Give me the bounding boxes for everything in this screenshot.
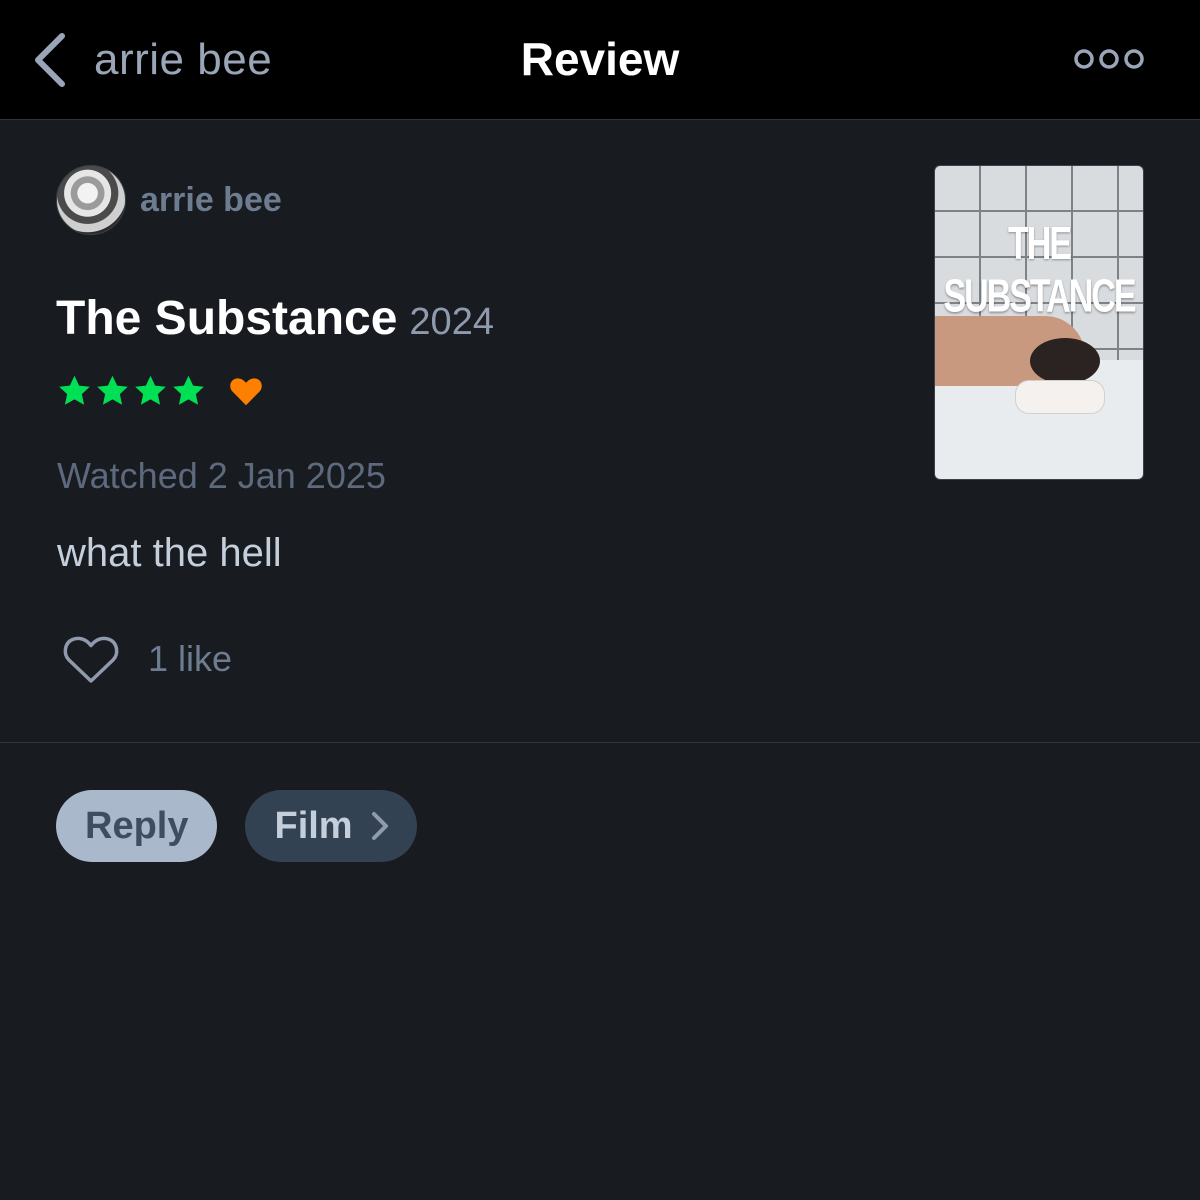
watched-date: Watched 2 Jan 2025: [57, 455, 386, 496]
star-icon: [59, 375, 90, 405]
review-author[interactable]: arrie bee: [56, 165, 282, 235]
action-buttons: Reply Film: [56, 790, 417, 862]
star-icon: [97, 375, 128, 405]
poster-towel: [1015, 380, 1105, 414]
page-title: Review: [520, 33, 680, 85]
film-poster[interactable]: THE SUBSTANCE: [934, 165, 1144, 480]
film-heading[interactable]: The Substance 2024: [56, 291, 494, 346]
film-label: Film: [274, 804, 353, 847]
review-text: what the hell: [57, 531, 282, 575]
nav-bar: arrie bee Review: [0, 0, 1200, 120]
poster-title: THE SUBSTANCE: [943, 218, 1136, 323]
film-year: 2024: [409, 301, 494, 343]
author-name: arrie bee: [140, 180, 282, 219]
heart-outline-icon[interactable]: [62, 633, 120, 685]
chevron-right-icon: [371, 812, 388, 840]
poster-hair: [1030, 338, 1100, 384]
more-dots-icon[interactable]: [1072, 46, 1146, 72]
star-icon: [135, 375, 166, 405]
reply-label: Reply: [85, 804, 189, 847]
review-card: arrie bee The Substance 2024 Watched 2 J…: [0, 121, 1200, 743]
like-count: 1 like: [148, 638, 233, 679]
rating: [56, 373, 264, 409]
film-title: The Substance: [56, 292, 398, 345]
film-button[interactable]: Film: [245, 790, 417, 862]
reply-button[interactable]: Reply: [56, 790, 218, 862]
liked-heart-icon: [230, 378, 262, 406]
star-icon: [173, 375, 204, 405]
avatar[interactable]: [56, 165, 126, 235]
likes-row: 1 like: [62, 633, 232, 685]
